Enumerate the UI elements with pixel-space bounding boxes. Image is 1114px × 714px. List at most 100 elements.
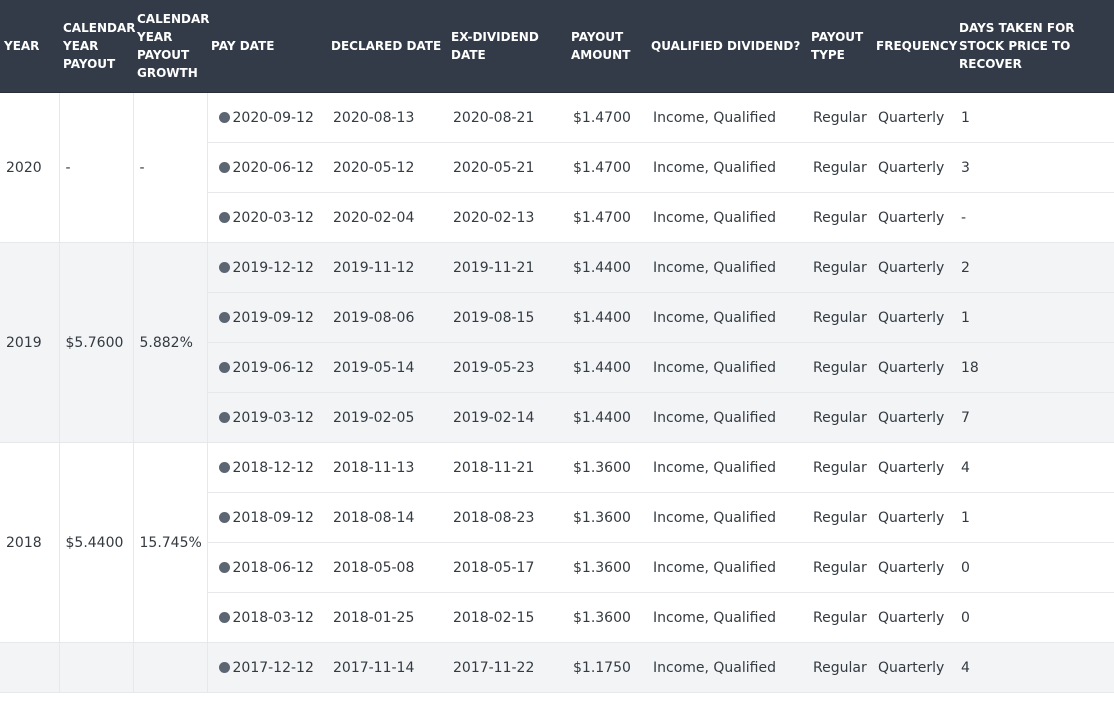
payout-amount-cell: $1.4700 — [567, 92, 647, 143]
pay-date-cell: 2020-03-12 — [207, 192, 327, 243]
ex-dividend-date-cell: 2020-08-21 — [447, 92, 567, 143]
year-cell: 2020 — [0, 92, 60, 243]
col-header-declared-date[interactable]: DECLARED DATE — [327, 0, 447, 93]
table-row[interactable]: 2018 $5.4400 15.745% 2018-12-12 2018-11-13 20… — [0, 442, 1114, 643]
days-to-recover-cell: 1 — [955, 292, 1114, 343]
pay-date-cell: 2017-12-12 — [207, 642, 327, 693]
payout-type-cell: Regular — [807, 292, 872, 343]
pay-date-cell: 2018-03-12 — [207, 592, 327, 643]
qualified-dividend-cell: Income, Qualified — [647, 242, 807, 293]
pay-date-cell: 2019-06-12 — [207, 342, 327, 393]
col-header-calendar-year-payout[interactable]: CALENDAR YEAR PAYOUT — [59, 0, 135, 93]
pay-date-text: 2020-06-12 — [232, 159, 314, 176]
days-to-recover-cell: 1 — [955, 492, 1114, 543]
col-header-payout-amount[interactable]: PAYOUT AMOUNT — [567, 0, 647, 93]
qualified-dividend-cell: Income, Qualified — [647, 542, 807, 593]
pay-date-cell: 2019-12-12 — [207, 242, 327, 293]
days-to-recover-cell: 0 — [955, 592, 1114, 643]
frequency-cell: Quarterly — [872, 642, 955, 693]
declared-date-cell: 2019-02-05 — [327, 392, 447, 443]
payout-amount-cell: $1.4700 — [567, 142, 647, 193]
frequency-cell: Quarterly — [872, 342, 955, 393]
payout-type-cell: Regular — [807, 392, 872, 443]
pay-date-cell: 2019-09-12 — [207, 292, 327, 343]
frequency-cell: Quarterly — [872, 242, 955, 293]
status-dot-icon — [218, 211, 230, 223]
table-header: YEAR CALENDAR YEAR PAYOUT CALENDAR YEAR … — [0, 0, 1114, 93]
payout-type-cell: Regular — [807, 92, 872, 143]
payout-type-cell: Regular — [807, 542, 872, 593]
status-dot-icon — [218, 261, 230, 273]
frequency-cell: Quarterly — [872, 192, 955, 243]
pay-date-text: 2020-03-12 — [232, 209, 314, 226]
calendar-year-payout-cell: $5.4400 — [59, 442, 134, 643]
declared-date-cell: 2019-05-14 — [327, 342, 447, 393]
frequency-cell: Quarterly — [872, 142, 955, 193]
ex-dividend-date-cell: 2018-05-17 — [447, 542, 567, 593]
declared-date-cell: 2020-05-12 — [327, 142, 447, 193]
status-dot-icon — [218, 411, 230, 423]
table-row[interactable]: 2019 $5.7600 5.882% 2019-12-12 2019-11-12 201… — [0, 242, 1114, 443]
pay-date-text: 2018-12-12 — [232, 459, 314, 476]
status-dot-icon — [218, 111, 230, 123]
col-header-days-to-recover[interactable]: DAYS TAKEN FOR STOCK PRICE TO RECOVER — [955, 0, 1114, 93]
payout-amount-cell: $1.3600 — [567, 492, 647, 543]
ex-dividend-date-cell: 2018-02-15 — [447, 592, 567, 643]
table-row[interactable]: 2020- -2020-09-12 2020-08-13 2020-08-21 $1.4… — [0, 92, 1114, 243]
status-dot-icon — [218, 361, 230, 373]
col-header-calendar-year-payout-growth[interactable]: CALENDAR YEAR PAYOUT GROWTH — [133, 0, 209, 93]
payout-amount-cell: $1.4700 — [567, 192, 647, 243]
pay-date-text: 2017-12-12 — [232, 659, 314, 676]
table-row[interactable]: 2017-12-12 2017-11-14 2017-11-22 $1.1750 Inc… — [0, 642, 1114, 693]
frequency-cell: Quarterly — [872, 292, 955, 343]
year-cell: 2018 — [0, 442, 60, 643]
calendar-year-growth-cell — [133, 642, 208, 693]
col-header-frequency[interactable]: FREQUENCY — [872, 0, 957, 93]
calendar-year-growth-cell: 5.882% — [133, 242, 208, 443]
pay-date-cell: 2020-06-12 — [207, 142, 327, 193]
payout-type-cell: Regular — [807, 592, 872, 643]
payout-amount-cell: $1.4400 — [567, 292, 647, 343]
pay-date-text: 2018-06-12 — [232, 559, 314, 576]
days-to-recover-cell: - — [955, 192, 1114, 243]
ex-dividend-date-cell: 2019-08-15 — [447, 292, 567, 343]
payout-type-cell: Regular — [807, 192, 872, 243]
calendar-year-payout-cell — [59, 642, 134, 693]
payout-type-cell: Regular — [807, 492, 872, 543]
col-header-year[interactable]: YEAR — [0, 0, 59, 93]
col-header-pay-date[interactable]: PAY DATE — [207, 0, 327, 93]
days-to-recover-cell: 2 — [955, 242, 1114, 293]
pay-date-cell: 2020-09-12 — [207, 92, 327, 143]
declared-date-cell: 2018-11-13 — [327, 442, 447, 493]
frequency-cell: Quarterly — [872, 592, 955, 643]
year-cell: 2019 — [0, 242, 60, 443]
days-to-recover-cell: 18 — [955, 342, 1114, 393]
calendar-year-growth-cell: - — [133, 92, 208, 243]
table-body: 2020- -2020-09-12 2020-08-13 2020-08-21 $1.4… — [0, 92, 1114, 693]
frequency-cell: Quarterly — [872, 92, 955, 143]
qualified-dividend-cell: Income, Qualified — [647, 592, 807, 643]
status-dot-icon — [218, 611, 230, 623]
calendar-year-growth-cell: 15.745% — [133, 442, 208, 643]
payout-amount-cell: $1.4400 — [567, 242, 647, 293]
pay-date-text: 2019-06-12 — [232, 359, 314, 376]
pay-date-cell: 2018-12-12 — [207, 442, 327, 493]
payout-type-cell: Regular — [807, 142, 872, 193]
col-header-payout-type[interactable]: PAYOUT TYPE — [807, 0, 872, 93]
payout-type-cell: Regular — [807, 442, 872, 493]
ex-dividend-date-cell: 2019-11-21 — [447, 242, 567, 293]
year-cell — [0, 642, 60, 693]
col-header-ex-dividend-date[interactable]: EX-DIVIDEND DATE — [447, 0, 567, 93]
pay-date-text: 2018-03-12 — [232, 609, 314, 626]
col-header-qualified-dividend[interactable]: QUALIFIED DIVIDEND? — [647, 0, 807, 93]
ex-dividend-date-cell: 2018-11-21 — [447, 442, 567, 493]
qualified-dividend-cell: Income, Qualified — [647, 492, 807, 543]
qualified-dividend-cell: Income, Qualified — [647, 442, 807, 493]
ex-dividend-date-cell: 2020-02-13 — [447, 192, 567, 243]
declared-date-cell: 2017-11-14 — [327, 642, 447, 693]
declared-date-cell: 2018-05-08 — [327, 542, 447, 593]
qualified-dividend-cell: Income, Qualified — [647, 342, 807, 393]
pay-date-cell: 2018-09-12 — [207, 492, 327, 543]
calendar-year-payout-cell: - — [59, 92, 134, 243]
payout-type-cell: Regular — [807, 242, 872, 293]
